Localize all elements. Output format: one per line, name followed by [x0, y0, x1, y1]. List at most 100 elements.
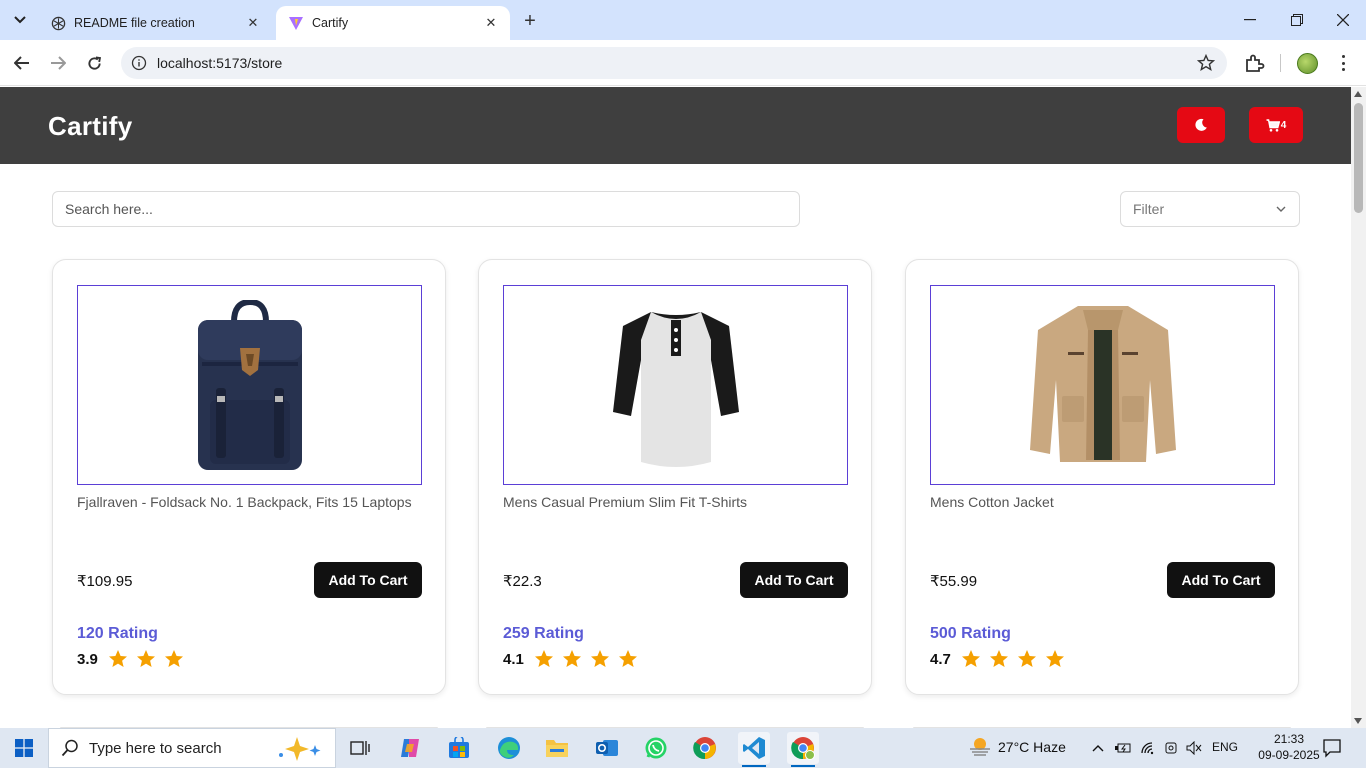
rating-row: 4.1	[503, 649, 646, 669]
vite-icon	[288, 15, 304, 31]
taskbar-search-placeholder: Type here to search	[89, 739, 222, 757]
new-tab-button[interactable]: +	[518, 9, 542, 33]
windows-taskbar: Type here to search 27°C Haze ENG 21:33 …	[0, 728, 1366, 768]
wifi-icon[interactable]	[1139, 739, 1157, 757]
star-rating	[108, 649, 192, 669]
filter-label: Filter	[1133, 201, 1165, 217]
jacket-image	[1029, 306, 1176, 462]
star-icon	[534, 650, 553, 667]
chatgpt-icon	[50, 15, 66, 31]
vscode-icon[interactable]	[738, 732, 770, 767]
scrollbar-thumb[interactable]	[1354, 103, 1363, 213]
clock[interactable]: 21:33 09-09-2025	[1258, 731, 1320, 763]
restore-icon	[1291, 14, 1303, 26]
url-text: localhost:5173/store	[157, 55, 283, 71]
product-card: Fjallraven - Foldsack No. 1 Backpack, Fi…	[52, 259, 446, 695]
rating-value: 3.9	[77, 650, 98, 668]
volume-muted-icon[interactable]	[1185, 739, 1203, 757]
add-to-cart-button[interactable]: Add To Cart	[740, 562, 848, 598]
t-shirt-image	[612, 312, 739, 467]
copilot-icon[interactable]	[394, 732, 426, 764]
site-info-icon	[131, 55, 147, 71]
profile-avatar[interactable]	[1297, 53, 1318, 74]
cart-count-badge: 4	[1280, 119, 1287, 131]
rating-row: 4.7	[930, 649, 1073, 669]
rating-value: 4.1	[503, 650, 524, 668]
camera-icon[interactable]	[1162, 739, 1180, 757]
star-icon	[961, 650, 980, 667]
product-image	[930, 285, 1275, 485]
star-icon	[136, 650, 155, 667]
rating-value: 4.7	[930, 650, 951, 668]
close-icon	[1337, 14, 1349, 26]
weather-text: 27°C Haze	[998, 739, 1066, 755]
add-to-cart-button[interactable]: Add To Cart	[1167, 562, 1275, 598]
close-icon[interactable]: ✕	[482, 14, 500, 32]
product-title[interactable]: Fjallraven - Foldsack No. 1 Backpack, Fi…	[77, 493, 422, 511]
close-icon[interactable]: ✕	[244, 14, 262, 32]
product-card: Mens Casual Premium Slim Fit T-Shirts ₹2…	[478, 259, 872, 695]
task-view-icon[interactable]	[344, 732, 376, 764]
rating-count: 500 Rating	[930, 625, 1011, 642]
product-card: Mens Cotton Jacket ₹55.99 Add To Cart 50…	[905, 259, 1299, 695]
page-scrollbar[interactable]	[1351, 87, 1366, 728]
whatsapp-icon[interactable]	[640, 732, 672, 764]
star-icon	[1017, 650, 1036, 667]
brand-logo[interactable]: Cartify	[48, 111, 132, 142]
browser-tab-readme[interactable]: README file creation ✕	[36, 6, 272, 40]
star-icon	[562, 650, 581, 667]
star-icon	[989, 650, 1008, 667]
cart-button[interactable]: 4	[1249, 107, 1303, 143]
chrome-icon[interactable]	[689, 732, 721, 764]
edge-icon[interactable]	[493, 732, 525, 764]
forward-button[interactable]	[46, 51, 70, 75]
star-icon	[164, 650, 183, 667]
search-input[interactable]	[52, 191, 800, 227]
file-explorer-icon[interactable]	[541, 732, 573, 764]
product-image	[77, 285, 422, 485]
haze-weather-icon	[970, 738, 990, 756]
toolbar-divider	[1280, 54, 1281, 72]
tab-title: Cartify	[312, 16, 349, 30]
product-title[interactable]: Mens Casual Premium Slim Fit T-Shirts	[503, 493, 848, 511]
reload-button[interactable]	[82, 51, 106, 75]
star-icon	[108, 650, 127, 667]
rating-count: 259 Rating	[503, 625, 584, 642]
star-icon	[1045, 650, 1064, 667]
reload-icon	[87, 55, 101, 70]
filter-select[interactable]: Filter	[1120, 191, 1300, 227]
theme-toggle-button[interactable]	[1177, 107, 1225, 143]
browser-tab-cartify[interactable]: Cartify ✕	[276, 6, 510, 40]
scroll-up-icon[interactable]	[1354, 91, 1362, 97]
restore-button[interactable]	[1285, 8, 1309, 32]
weather-widget[interactable]: 27°C Haze	[968, 736, 1066, 758]
star-icon	[618, 650, 637, 667]
close-window-button[interactable]	[1331, 8, 1355, 32]
add-to-cart-button[interactable]: Add To Cart	[314, 562, 422, 598]
tab-search-button[interactable]	[6, 7, 34, 33]
product-title[interactable]: Mens Cotton Jacket	[930, 493, 1275, 511]
browser-menu-icon[interactable]	[1336, 52, 1350, 74]
notification-icon[interactable]	[1322, 738, 1342, 758]
minimize-button[interactable]	[1238, 8, 1262, 32]
product-price: ₹55.99	[930, 573, 978, 590]
chrome-profile-icon[interactable]	[787, 732, 819, 767]
taskbar-search[interactable]: Type here to search	[48, 728, 336, 768]
minimize-icon	[1244, 19, 1256, 21]
outlook-icon[interactable]	[591, 732, 623, 764]
search-icon	[61, 739, 78, 757]
microsoft-store-icon[interactable]	[443, 732, 475, 764]
scroll-down-icon[interactable]	[1354, 718, 1362, 724]
back-button[interactable]	[10, 51, 34, 75]
extensions-icon[interactable]	[1243, 52, 1265, 74]
chevron-up-icon[interactable]	[1089, 739, 1107, 757]
language-indicator[interactable]: ENG	[1212, 740, 1238, 754]
bookmark-star-icon[interactable]	[1197, 54, 1215, 72]
windows-icon	[15, 739, 33, 757]
battery-icon[interactable]	[1114, 739, 1132, 757]
chevron-down-icon	[1276, 206, 1286, 212]
start-button[interactable]	[0, 728, 48, 768]
arrow-right-icon	[51, 56, 66, 70]
rating-row: 3.9	[77, 649, 192, 669]
url-field[interactable]: localhost:5173/store	[121, 47, 1227, 79]
